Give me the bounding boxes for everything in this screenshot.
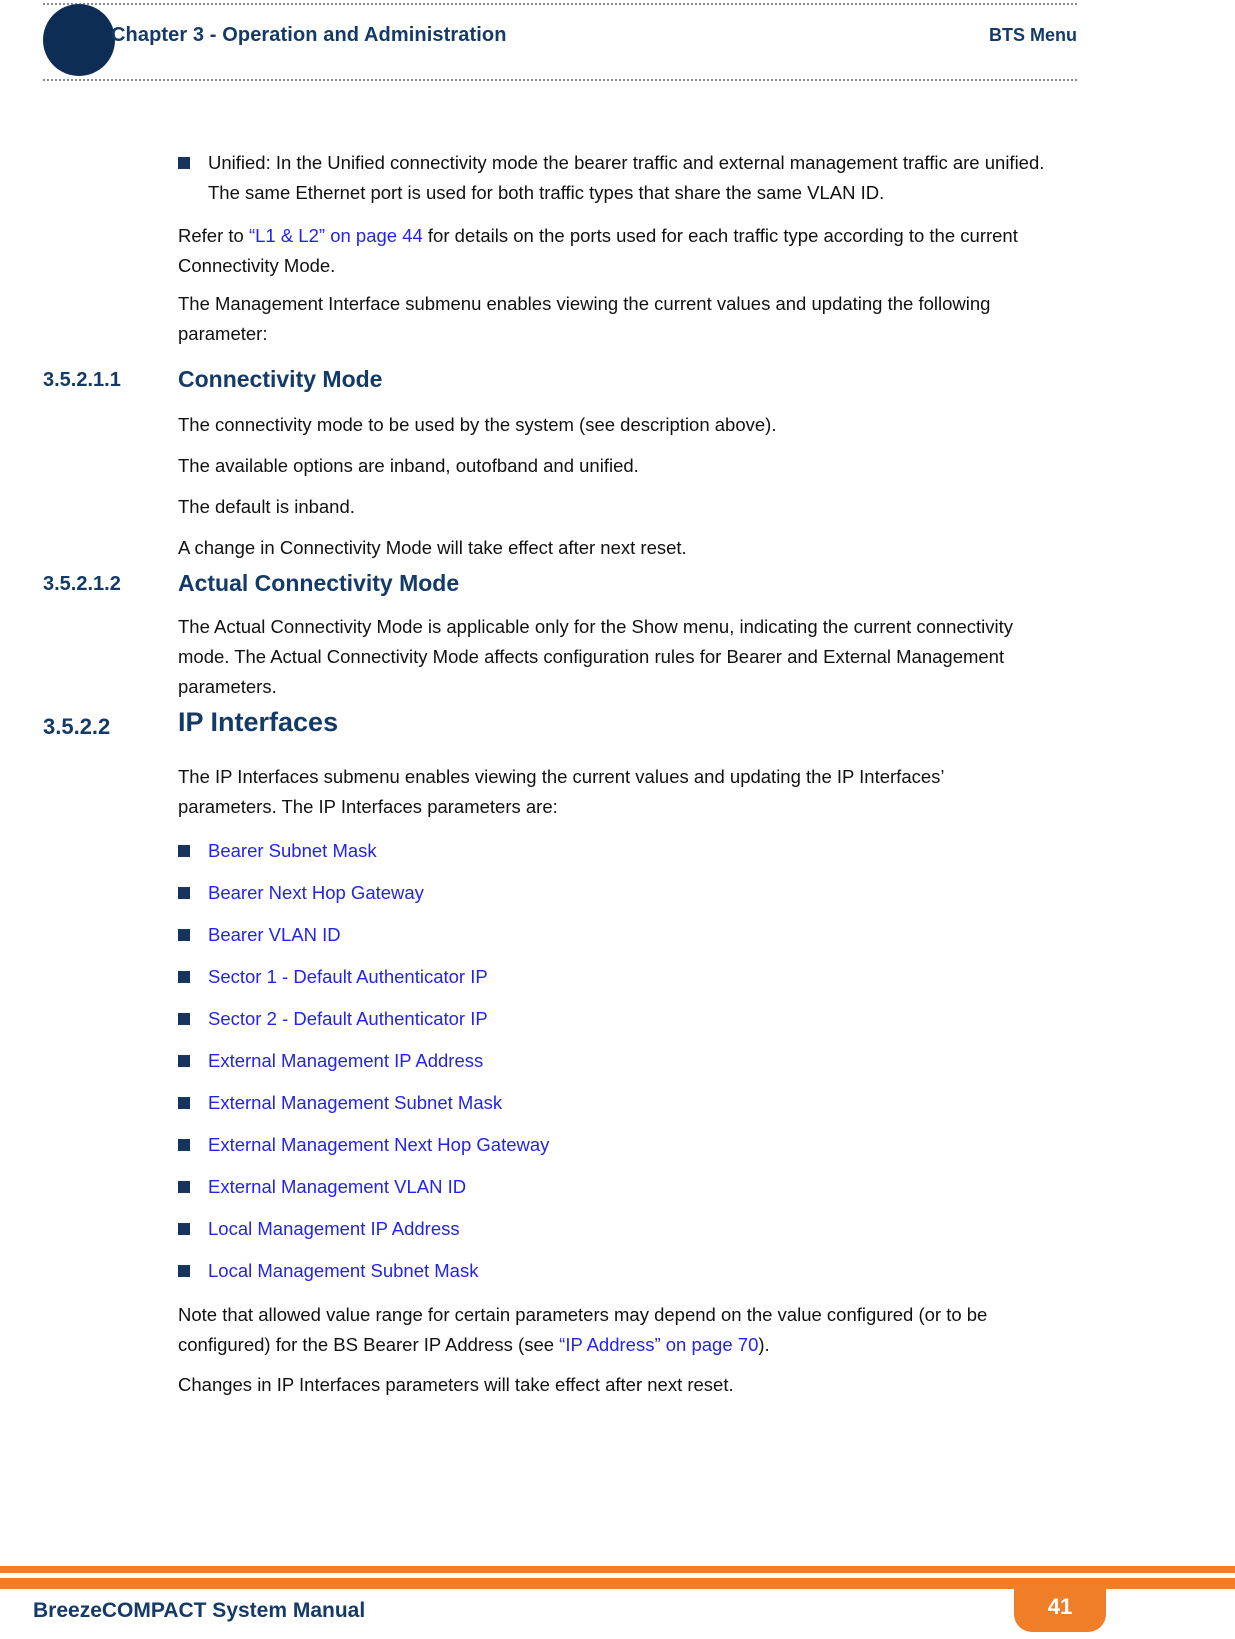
page-header: Chapter 3 - Operation and Administration… xyxy=(0,0,1235,92)
link-external-management-vlan-id[interactable]: External Management VLAN ID xyxy=(208,1172,1068,1202)
list-item[interactable]: Bearer Next Hop Gateway xyxy=(178,878,1068,908)
link-external-management-subnet-mask[interactable]: External Management Subnet Mask xyxy=(208,1088,1068,1118)
page-footer: BreezeCOMPACT System Manual 41 xyxy=(0,1559,1235,1639)
refer-paragraph: Refer to “L1 & L2” on page 44 for detail… xyxy=(178,221,1063,281)
section-paragraph: The available options are inband, outofb… xyxy=(178,455,639,476)
square-bullet-icon xyxy=(178,887,190,899)
link-sector-1-default-authenticator-ip[interactable]: Sector 1 - Default Authenticator IP xyxy=(208,962,1068,992)
square-bullet-icon xyxy=(178,845,190,857)
list-item[interactable]: Sector 2 - Default Authenticator IP xyxy=(178,1004,1068,1034)
refer-prefix: Refer to xyxy=(178,225,249,246)
square-bullet-icon xyxy=(178,1265,190,1277)
link-local-management-ip-address[interactable]: Local Management IP Address xyxy=(208,1214,1068,1244)
link-external-management-ip-address[interactable]: External Management IP Address xyxy=(208,1046,1068,1076)
list-item[interactable]: Local Management IP Address xyxy=(178,1214,1068,1244)
header-top-divider xyxy=(43,3,1077,5)
changes-paragraph: Changes in IP Interfaces parameters will… xyxy=(178,1374,734,1395)
list-item[interactable]: External Management IP Address xyxy=(178,1046,1068,1076)
section-number: 3.5.2.2 xyxy=(43,714,111,739)
square-bullet-icon xyxy=(178,157,190,169)
link-ip-address-page-70[interactable]: “IP Address” on page 70 xyxy=(559,1334,758,1355)
square-bullet-icon xyxy=(178,929,190,941)
link-l1-l2-page-44[interactable]: “L1 & L2” on page 44 xyxy=(249,225,423,246)
section-paragraph: The IP Interfaces submenu enables viewin… xyxy=(178,766,944,817)
header-bottom-divider xyxy=(43,79,1077,81)
list-item[interactable]: External Management VLAN ID xyxy=(178,1172,1068,1202)
section-title: Actual Connectivity Mode xyxy=(178,570,460,596)
square-bullet-icon xyxy=(178,1181,190,1193)
link-external-management-next-hop-gateway[interactable]: External Management Next Hop Gateway xyxy=(208,1130,1068,1160)
note-suffix: ). xyxy=(758,1334,770,1355)
section-number: 3.5.2.1.2 xyxy=(43,573,121,595)
square-bullet-icon xyxy=(178,1097,190,1109)
list-item[interactable]: Bearer Subnet Mask xyxy=(178,836,1068,866)
link-sector-2-default-authenticator-ip[interactable]: Sector 2 - Default Authenticator IP xyxy=(208,1004,1068,1034)
page-number: 41 xyxy=(1047,1594,1073,1619)
footer-top-bar xyxy=(0,1566,1235,1573)
list-item[interactable]: External Management Next Hop Gateway xyxy=(178,1130,1068,1160)
link-bearer-next-hop-gateway[interactable]: Bearer Next Hop Gateway xyxy=(208,878,1068,908)
management-interface-paragraph: The Management Interface submenu enables… xyxy=(178,293,991,344)
header-topic-title: BTS Menu xyxy=(989,25,1077,45)
list-item[interactable]: Local Management Subnet Mask xyxy=(178,1256,1068,1286)
square-bullet-icon xyxy=(178,1013,190,1025)
link-bearer-subnet-mask[interactable]: Bearer Subnet Mask xyxy=(208,836,1068,866)
section-paragraph: The Actual Connectivity Mode is applicab… xyxy=(178,616,1014,697)
square-bullet-icon xyxy=(178,1139,190,1151)
section-paragraph: The connectivity mode to be used by the … xyxy=(178,414,777,435)
note-paragraph: Note that allowed value range for certai… xyxy=(178,1300,1063,1360)
square-bullet-icon xyxy=(178,1223,190,1235)
square-bullet-icon xyxy=(178,1055,190,1067)
section-number: 3.5.2.1.1 xyxy=(43,369,121,391)
section-paragraph: The default is inband. xyxy=(178,496,355,517)
list-item-label: Unified: In the Unified connectivity mod… xyxy=(208,152,1045,203)
link-bearer-vlan-id[interactable]: Bearer VLAN ID xyxy=(208,920,1068,950)
list-item[interactable]: Sector 1 - Default Authenticator IP xyxy=(178,962,1068,992)
list-item[interactable]: External Management Subnet Mask xyxy=(178,1088,1068,1118)
square-bullet-icon xyxy=(178,971,190,983)
list-item: Unified: In the Unified connectivity mod… xyxy=(178,148,1068,208)
section-title: Connectivity Mode xyxy=(178,366,383,392)
chapter-circle-icon xyxy=(43,4,115,76)
header-chapter-title: Chapter 3 - Operation and Administration xyxy=(111,24,507,46)
list-item[interactable]: Bearer VLAN ID xyxy=(178,920,1068,950)
link-local-management-subnet-mask[interactable]: Local Management Subnet Mask xyxy=(208,1256,1068,1286)
section-title: IP Interfaces xyxy=(178,707,339,737)
page-number-tab: 41 xyxy=(1014,1578,1106,1632)
section-paragraph: A change in Connectivity Mode will take … xyxy=(178,537,687,558)
footer-manual-title: BreezeCOMPACT System Manual xyxy=(33,1599,366,1622)
